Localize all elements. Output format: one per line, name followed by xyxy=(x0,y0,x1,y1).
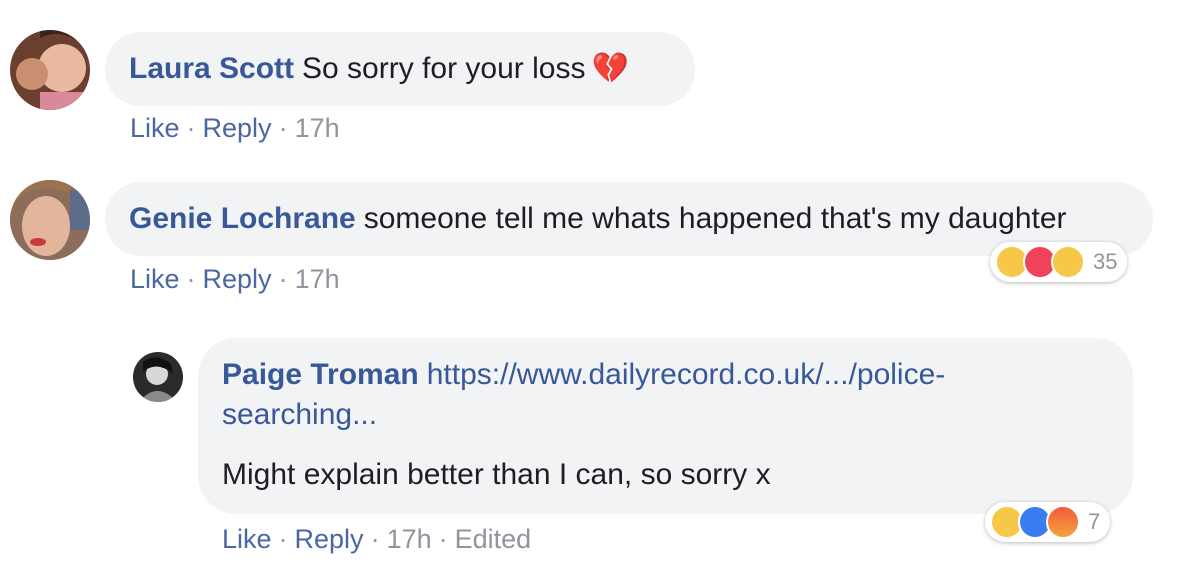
like-link[interactable]: Like xyxy=(130,113,180,143)
reaction-count: 35 xyxy=(1093,249,1118,274)
comment-bubble: Genie Lochrane someone tell me whats happ… xyxy=(105,182,1153,256)
wow-reaction-icon xyxy=(1051,245,1085,279)
comment-actions: Like · Reply · 17h xyxy=(130,113,340,143)
avatar-photo xyxy=(10,30,90,110)
avatar-photo xyxy=(133,352,183,402)
avatar[interactable] xyxy=(10,30,90,110)
comment-actions: Like · Reply · 17h · Edited xyxy=(222,524,532,554)
timestamp[interactable]: 17h xyxy=(295,264,340,294)
avatar-photo xyxy=(10,180,90,260)
broken-heart-icon: 💔 xyxy=(591,52,629,85)
comment-bubble: Paige Troman https://www.dailyrecord.co.u… xyxy=(198,338,1133,514)
like-link[interactable]: Like xyxy=(222,524,272,554)
reply-link[interactable]: Reply xyxy=(203,264,272,294)
timestamp[interactable]: 17h xyxy=(387,524,432,554)
angry-reaction-icon xyxy=(1046,505,1080,539)
avatar[interactable] xyxy=(133,352,183,402)
like-link[interactable]: Like xyxy=(130,264,180,294)
reply-link[interactable]: Reply xyxy=(295,524,364,554)
reactions-summary[interactable]: 7 xyxy=(985,502,1111,542)
avatar[interactable] xyxy=(10,180,90,260)
comment-text: someone tell me whats happened that's my… xyxy=(363,202,1067,235)
timestamp[interactable]: 17h xyxy=(295,113,340,143)
comment-text: So sorry for your loss xyxy=(302,52,586,85)
reaction-count: 7 xyxy=(1088,509,1101,534)
comment-actions: Like · Reply · 17h xyxy=(130,264,340,294)
edited-label[interactable]: Edited xyxy=(455,524,532,554)
comment-author[interactable]: Laura Scott xyxy=(129,52,294,85)
comment-author[interactable]: Genie Lochrane xyxy=(129,202,356,235)
comment-bubble: Laura Scott So sorry for your loss 💔 xyxy=(105,32,695,106)
comment-text: Might explain better than I can, so sorr… xyxy=(222,458,771,491)
reply-link[interactable]: Reply xyxy=(203,113,272,143)
comment-author[interactable]: Paige Troman xyxy=(222,358,419,391)
reactions-summary[interactable]: 35 xyxy=(990,242,1128,282)
